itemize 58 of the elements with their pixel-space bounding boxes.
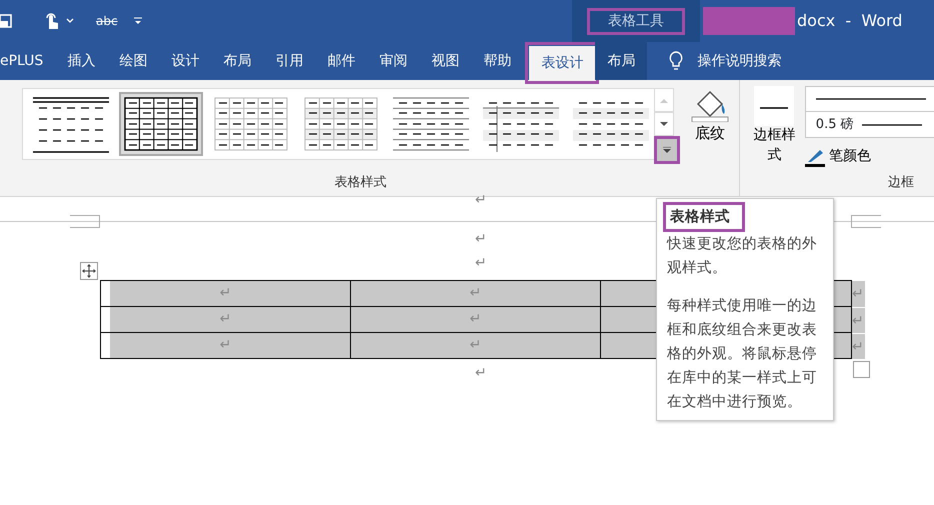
move-handle-icon[interactable] <box>80 262 98 280</box>
resize-handle[interactable] <box>853 361 870 378</box>
table-cell: ↵ <box>350 306 600 332</box>
shading-button[interactable]: 底纹 <box>688 88 732 164</box>
ribbon-tab[interactable]: 设计 <box>159 42 212 80</box>
group-label: 表格样式 <box>334 174 388 192</box>
tooltip-text: 每种样式使用唯一的边框和底纹组合来更改表格的外观。将鼠标悬停在库中的某一样式上可在文档中进行预览。 <box>667 297 818 412</box>
pen-color-button[interactable]: 笔颜色 <box>804 146 934 167</box>
border-swatch-icon <box>754 86 794 126</box>
table-cell: ↵ <box>350 332 600 358</box>
paragraph-mark: ↵ <box>475 232 487 246</box>
ribbon-tab[interactable]: 帮助 <box>471 42 524 80</box>
line-style-dropdown[interactable] <box>804 86 934 112</box>
lightbulb-icon[interactable] <box>669 51 684 71</box>
line-sample-icon <box>816 98 926 100</box>
strikethrough-button[interactable]: abc <box>96 12 118 30</box>
paragraph-mark: ↵ <box>475 256 487 270</box>
border-styles-button[interactable]: 边框样式 <box>752 86 797 167</box>
tooltip-text: 快速更改您的表格的外观样式。 <box>667 235 818 278</box>
row-end-mark: ↵ <box>852 307 865 333</box>
table-cell: ↵ <box>100 280 350 306</box>
chevron-icon[interactable] <box>66 18 74 24</box>
header-marker <box>70 215 100 228</box>
line-sample-icon <box>862 124 922 126</box>
tell-me-search[interactable]: 操作说明搜索 <box>697 50 782 72</box>
expand-icon <box>663 147 671 153</box>
context-tools-label: 表格工具 <box>587 8 685 34</box>
customize-icon[interactable] <box>134 17 142 25</box>
header-marker <box>851 215 881 228</box>
ribbon-tab[interactable]: 表设计 <box>529 46 596 80</box>
ribbon-tab[interactable]: 布局 <box>595 42 648 80</box>
ribbon-tab[interactable]: 引用 <box>263 42 316 80</box>
window-title: docx - Word <box>797 10 902 32</box>
line-weight-dropdown[interactable]: 0.5 磅 <box>804 112 934 138</box>
ribbon-tab[interactable]: 绘图 <box>107 42 160 80</box>
ribbon-tab[interactable]: 审阅 <box>367 42 420 80</box>
ribbon-tab[interactable]: 视图 <box>419 42 472 80</box>
caret-down-icon <box>660 122 668 126</box>
table-cell: ↵ <box>100 306 350 332</box>
table-cell: ↵ <box>350 280 600 306</box>
ribbon-tab[interactable]: 邮件 <box>315 42 368 80</box>
tooltip-title: 表格样式 <box>663 202 745 232</box>
table-cell: ↵ <box>100 332 350 358</box>
ribbon-tab[interactable]: ePLUS <box>0 42 56 80</box>
group-label: 边框 <box>887 174 915 192</box>
table-style-thumbnail[interactable] <box>119 92 203 156</box>
paragraph-mark: ↵ <box>475 366 487 380</box>
ribbon-tab[interactable]: 布局 <box>211 42 264 80</box>
more-styles-button[interactable] <box>654 136 680 164</box>
save-icon[interactable] <box>0 13 12 29</box>
caret-up-icon <box>660 98 668 102</box>
scroll-down-button[interactable] <box>654 112 674 136</box>
row-end-mark: ↵ <box>852 333 865 359</box>
touch-icon[interactable] <box>44 11 60 31</box>
paragraph-mark: ↵ <box>475 193 487 207</box>
paint-bucket-icon <box>690 88 730 122</box>
ribbon-tab[interactable]: 插入 <box>55 42 108 80</box>
row-end-mark: ↵ <box>852 280 865 307</box>
